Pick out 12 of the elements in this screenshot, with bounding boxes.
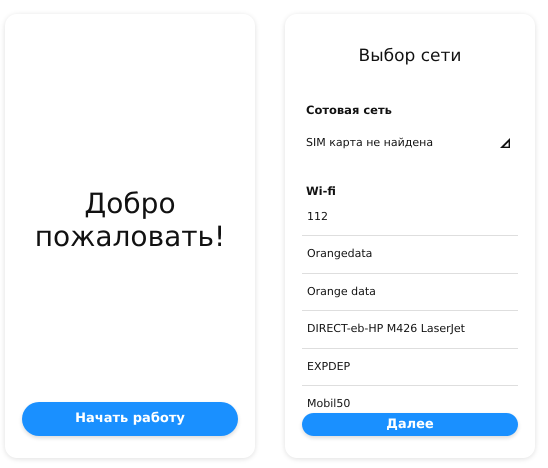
- network-item[interactable]: Orange data: [302, 274, 518, 311]
- sim-status: SIM карта не найдена: [306, 134, 434, 151]
- section-heading: Сотовая сеть: [306, 102, 393, 118]
- network-item[interactable]: DIRECT-eb-HP M426 LaserJet: [302, 311, 518, 348]
- network-item[interactable]: 112: [302, 208, 518, 236]
- signal-icon: [500, 138, 510, 148]
- network-item[interactable]: EXPDEP: [302, 348, 518, 386]
- network-item[interactable]: Mobil50: [302, 386, 518, 412]
- section-heading: Wi-fi: [306, 183, 337, 200]
- welcome-title: Добро пожаловать!: [34, 186, 226, 254]
- screen-title: Выбор сети: [358, 45, 462, 68]
- network-item[interactable]: Orangedata: [302, 236, 518, 274]
